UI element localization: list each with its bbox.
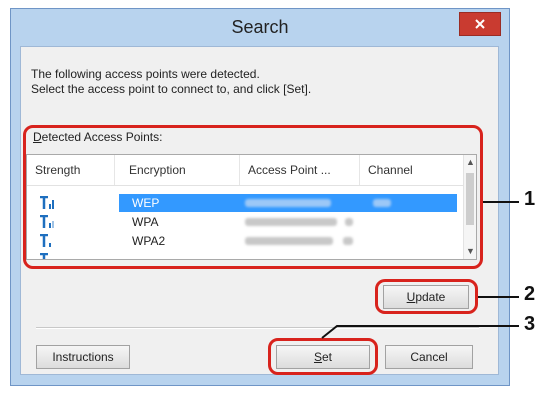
callout-line-3	[321, 325, 519, 339]
callout-number-3: 3	[524, 313, 536, 335]
